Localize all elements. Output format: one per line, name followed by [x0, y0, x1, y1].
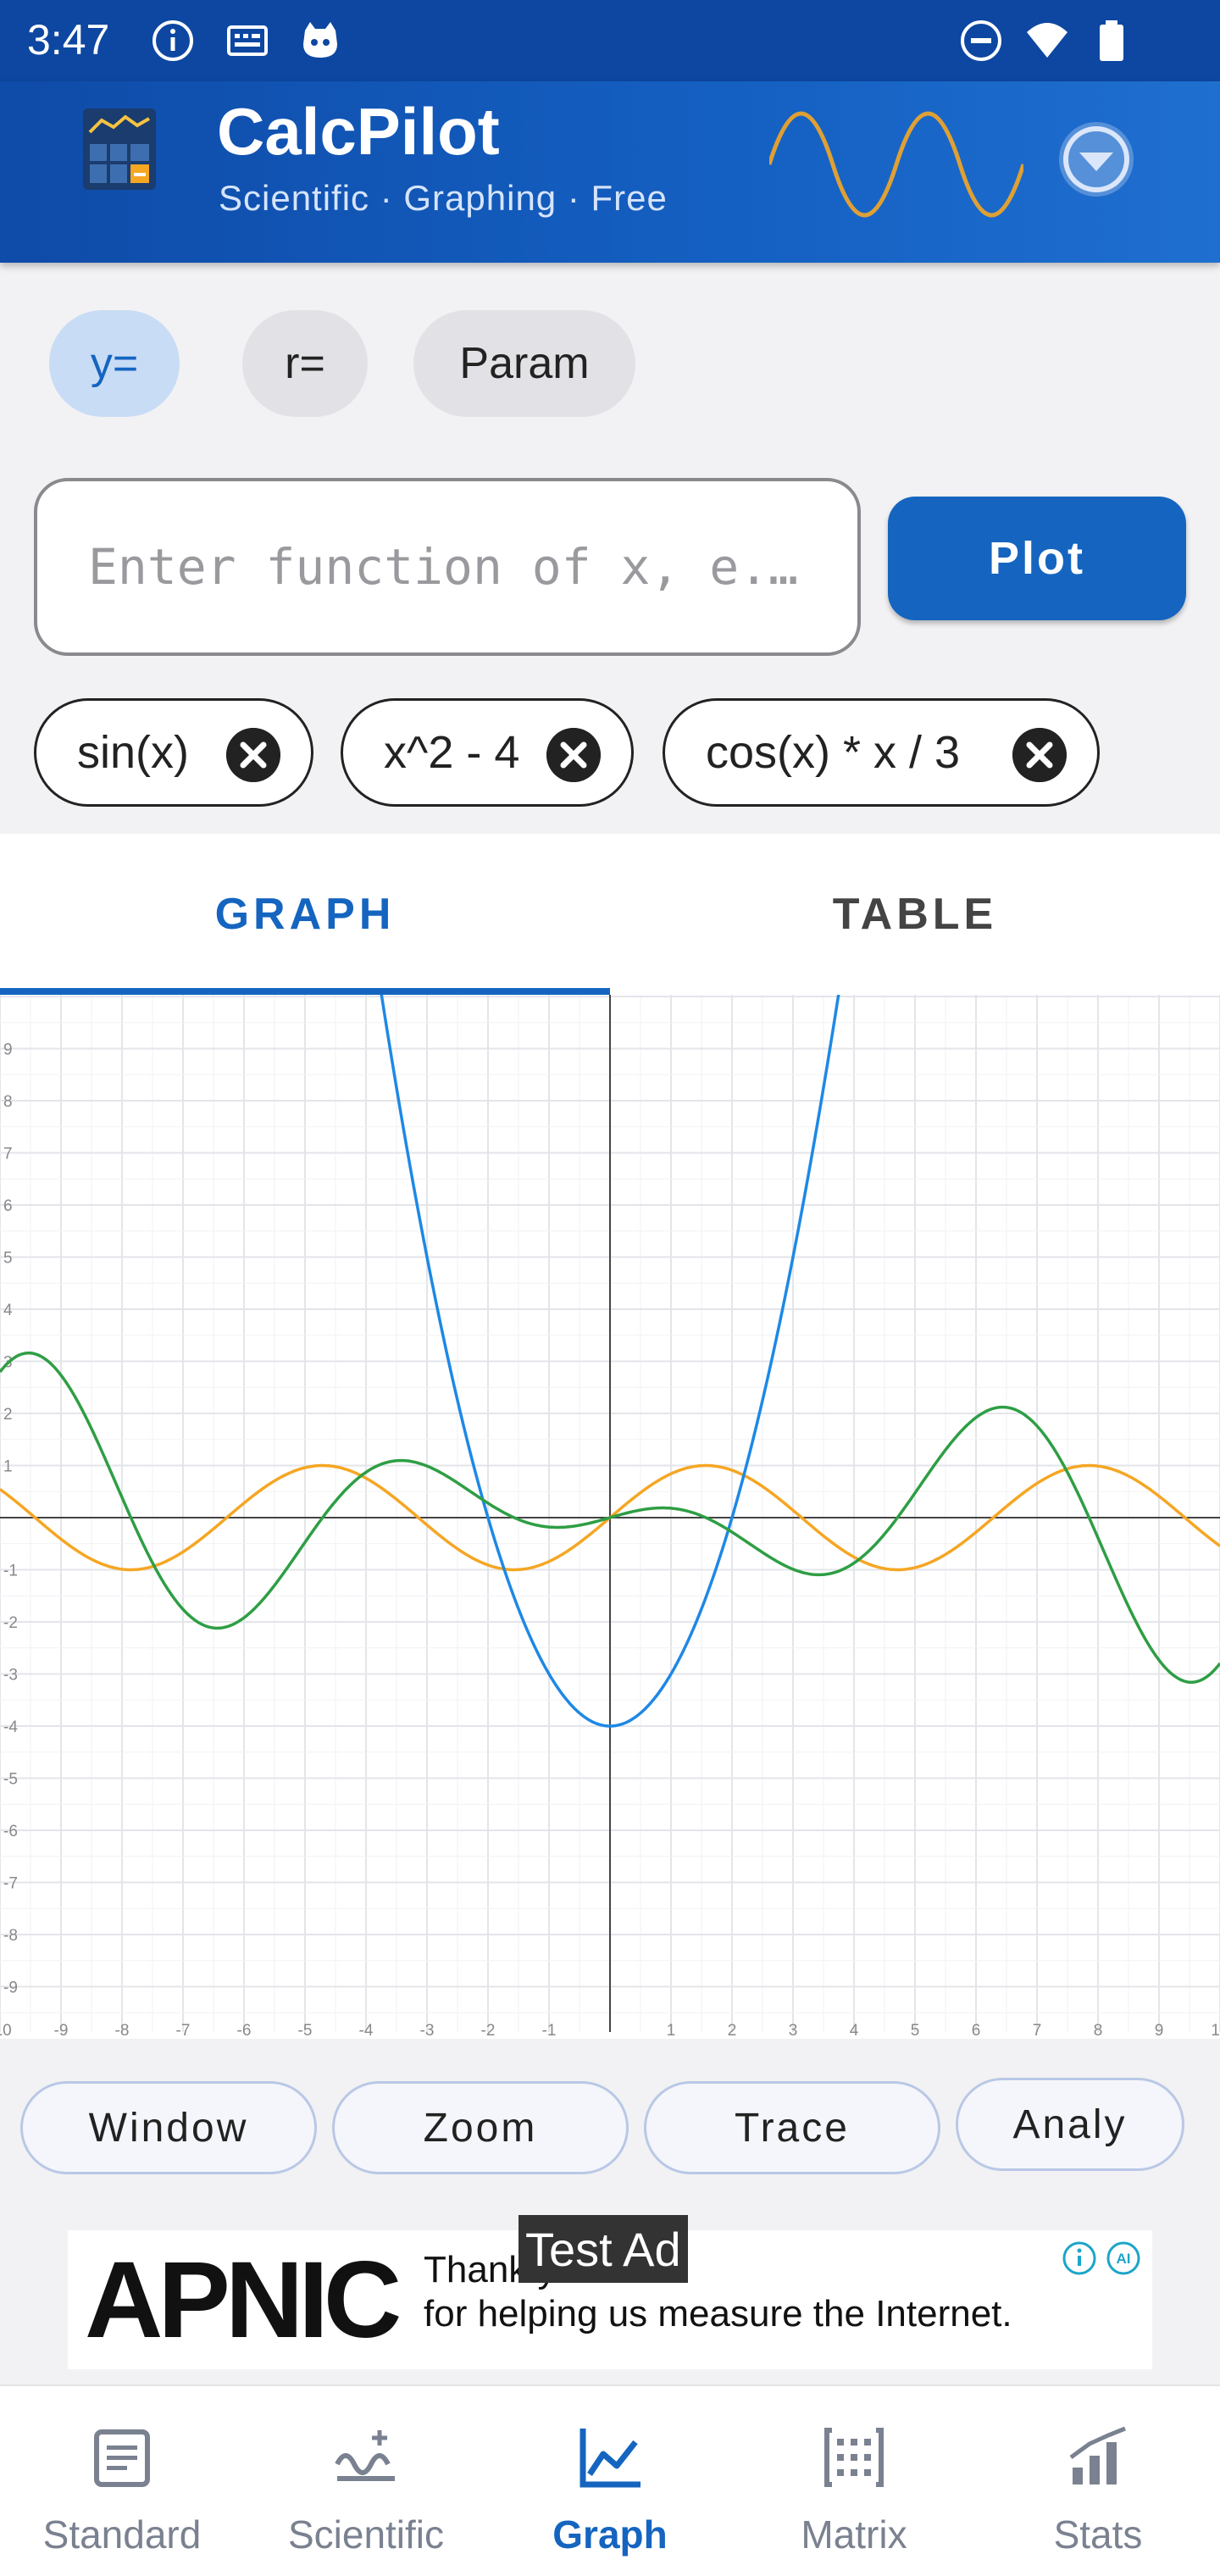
y-tick-label: 1	[3, 1458, 13, 1476]
x-tick-label: 5	[911, 2022, 920, 2039]
zoom-button[interactable]: Zoom	[332, 2081, 629, 2174]
app-subtitle: Scientific · Graphing · Free	[219, 178, 668, 218]
y-tick-label: 5	[3, 1250, 13, 1268]
nav-scientific[interactable]: Scientific	[244, 2386, 488, 2576]
x-tick-label: -9	[54, 2022, 69, 2039]
mode-chip-polar[interactable]: r=	[242, 310, 368, 417]
y-tick-label: -3	[3, 1667, 18, 1685]
function-input[interactable]	[34, 478, 861, 656]
nav-matrix[interactable]: Matrix	[732, 2386, 976, 2576]
info-icon	[152, 20, 193, 61]
nav-standard[interactable]: Standard	[0, 2386, 244, 2576]
x-tick-label: -8	[115, 2022, 130, 2039]
app-title: CalcPilot	[217, 94, 500, 169]
y-tick-label: 2	[3, 1406, 13, 1424]
plot-button[interactable]: Plot	[888, 497, 1186, 620]
app-header: CalcPilot Scientific · Graphing · Free	[0, 81, 1220, 263]
active-tab-indicator	[0, 988, 610, 995]
x-tick-label: 9	[1155, 2022, 1164, 2039]
line-graph-icon	[580, 2429, 640, 2488]
y-tick-label: -6	[3, 1823, 18, 1840]
x-tick-label: 4	[850, 2022, 859, 2039]
nav-label: Stats	[1053, 2512, 1143, 2557]
x-tick-label: -4	[359, 2022, 374, 2039]
x-tick-label: -6	[237, 2022, 252, 2039]
svg-text:AI: AI	[1117, 2251, 1131, 2267]
status-bar: 3:47	[0, 0, 1220, 81]
status-time: 3:47	[27, 16, 110, 64]
mode-chip-cartesian[interactable]: y=	[49, 310, 180, 417]
function-chip[interactable]: x^2 - 4	[341, 698, 634, 807]
do-not-disturb-icon	[961, 20, 1001, 61]
mode-chip-parametric[interactable]: Param	[413, 310, 635, 417]
x-tick-label: 8	[1094, 2022, 1103, 2039]
y-tick-label: 8	[3, 1093, 13, 1111]
x-tick-label: -3	[420, 2022, 435, 2039]
x-tick-label: 6	[972, 2022, 981, 2039]
y-tick-label: -4	[3, 1718, 18, 1736]
y-tick-label: -9	[3, 1979, 18, 1997]
remove-function-icon[interactable]	[1012, 728, 1067, 782]
function-chip-label: cos(x) * x / 3	[706, 727, 961, 778]
view-tab-bar: GRAPH TABLE	[0, 834, 1220, 995]
x-tick-label: -7	[176, 2022, 191, 2039]
wave-plus-icon	[335, 2430, 395, 2481]
nav-label: Standard	[42, 2512, 202, 2557]
nav-label: Scientific	[287, 2512, 445, 2557]
calculator-graph-logo-icon	[83, 108, 156, 190]
x-tick-label: -2	[481, 2022, 496, 2039]
keyboard-icon	[227, 25, 268, 56]
nav-label: Matrix	[801, 2512, 907, 2557]
header-menu-button[interactable]	[1054, 117, 1139, 202]
x-tick-label: 7	[1033, 2022, 1042, 2039]
analyze-button[interactable]: Analy	[956, 2078, 1184, 2171]
nav-label: Graph	[552, 2512, 668, 2557]
cat-icon	[303, 22, 337, 58]
wifi-icon	[1027, 23, 1068, 58]
ad-choices-icon[interactable]: AI	[1061, 2237, 1145, 2279]
nav-graph[interactable]: Graph	[488, 2386, 732, 2576]
x-tick-label: 10	[1211, 2022, 1220, 2039]
y-tick-label: -7	[3, 1875, 18, 1893]
y-tick-label: 6	[3, 1197, 13, 1215]
y-tick-label: -2	[3, 1614, 18, 1632]
app-screen: 3:47 CalcPilot Scientific · Graphing · F…	[0, 0, 1220, 2576]
y-tick-label: -8	[3, 1927, 18, 1945]
x-tick-label: -5	[298, 2022, 313, 2039]
battery-icon	[1100, 20, 1123, 61]
y-tick-label: 9	[3, 1041, 13, 1059]
tab-table[interactable]: TABLE	[610, 834, 1220, 995]
nav-stats[interactable]: Stats	[976, 2386, 1220, 2576]
y-tick-label: -1	[3, 1563, 18, 1580]
graph-plot[interactable]: -10-9-8-7-6-5-4-3-2-11234567891098765432…	[0, 995, 1220, 2039]
tab-graph[interactable]: GRAPH	[0, 834, 610, 995]
remove-function-icon[interactable]	[546, 728, 601, 782]
x-tick-label: 3	[789, 2022, 798, 2039]
x-tick-label: 1	[667, 2022, 676, 2039]
ad-brand-logo: APNIC	[85, 2240, 402, 2361]
y-tick-label: -5	[3, 1771, 18, 1789]
y-tick-label: 4	[3, 1302, 13, 1319]
function-chip-label: sin(x)	[77, 727, 189, 778]
x-tick-label: -10	[0, 2022, 12, 2039]
function-chip-label: x^2 - 4	[384, 727, 520, 778]
matrix-grid-icon	[824, 2428, 884, 2487]
bar-chart-icon	[1069, 2426, 1126, 2484]
x-tick-label: -1	[542, 2022, 557, 2039]
x-tick-label: 2	[728, 2022, 737, 2039]
bottom-navigation: Standard Scientific Graph Matrix Stats	[0, 2384, 1220, 2576]
function-chip[interactable]: cos(x) * x / 3	[663, 698, 1100, 807]
y-tick-label: 7	[3, 1146, 13, 1163]
notepad-icon	[94, 2429, 150, 2487]
graph-canvas[interactable]: -10-9-8-7-6-5-4-3-2-11234567891098765432…	[0, 995, 1220, 2039]
test-ad-label: Test Ad	[518, 2215, 688, 2283]
ad-text-line-2: for helping us measure the Internet.	[424, 2293, 1012, 2334]
trace-button[interactable]: Trace	[644, 2081, 940, 2174]
function-chip[interactable]: sin(x)	[34, 698, 313, 807]
sine-wave-decoration-icon	[769, 111, 1023, 218]
window-button[interactable]: Window	[20, 2081, 317, 2174]
remove-function-icon[interactable]	[226, 728, 280, 782]
